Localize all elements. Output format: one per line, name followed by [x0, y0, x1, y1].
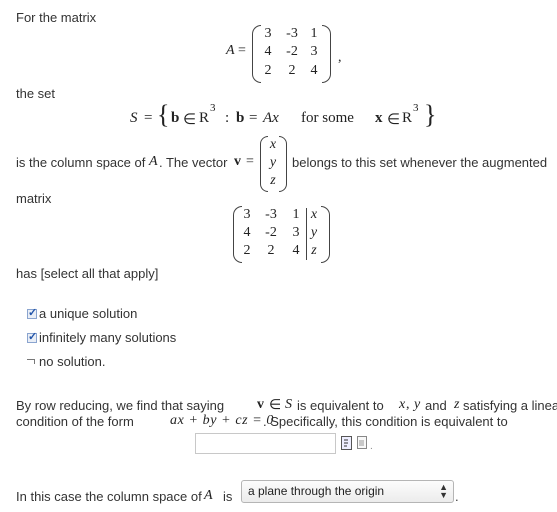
set-r: R: [199, 110, 210, 126]
set-for-some: for some: [301, 110, 354, 126]
select-value: a plane through the origin: [248, 484, 385, 498]
option-label: no solution.: [39, 354, 106, 369]
set-equals: =: [144, 110, 153, 126]
set-ax: Ax: [263, 110, 279, 126]
vector-entry: z: [270, 173, 276, 188]
set-in: ∈: [387, 112, 401, 128]
row-reduce-z: z: [454, 397, 460, 412]
final-period: .: [455, 489, 459, 504]
matrix-a-name: A: [226, 43, 235, 58]
row-reduce-p3: satisfying a linear: [463, 398, 557, 413]
matrix-cell: 4: [292, 243, 300, 258]
matrix-cell: -3: [286, 26, 298, 41]
vector-equals: =: [246, 154, 254, 169]
matrix-cell: 3: [264, 26, 272, 41]
matrix-cell: 3: [292, 225, 300, 240]
final-is: is: [223, 489, 233, 504]
row-reduce-s: S: [285, 397, 292, 412]
matrix-cell: 2: [243, 243, 251, 258]
checkbox-checked[interactable]: [27, 330, 37, 343]
matrix-cell: 2: [267, 243, 275, 258]
row-reduce-line2a: condition of the form: [16, 414, 134, 429]
row-reduce-line2b: . Specifically, this condition is equiva…: [263, 414, 508, 429]
condition-formula: ax + by + cz = 0: [170, 413, 275, 428]
matrix-cell: z: [311, 243, 317, 258]
column-space-select[interactable]: a plane through the origin ▲ ▼: [241, 480, 454, 503]
select-arrows-icon: ▲ ▼: [439, 482, 448, 500]
matrix-cell: 2: [288, 63, 296, 78]
option-label: infinitely many solutions: [39, 330, 177, 345]
set-b: b: [171, 110, 180, 126]
row-reduce-p2: is equivalent to: [297, 398, 384, 413]
intro-text: For the matrix: [16, 10, 97, 25]
final-a: A: [204, 488, 213, 503]
condition-answer-input[interactable]: [195, 433, 336, 454]
matrix-cell: -2: [265, 225, 277, 240]
vector-entry: y: [269, 155, 277, 170]
checkbox-checked[interactable]: [27, 306, 37, 319]
row-reduce-in: ∈: [269, 398, 282, 413]
matrix-label: matrix: [16, 191, 52, 206]
set-r: R: [402, 110, 413, 126]
left-brace: {: [157, 100, 170, 129]
set-equals: =: [249, 110, 258, 126]
matrix-a-trailing: ,: [338, 50, 342, 65]
final-prefix: In this case the column space of: [16, 489, 202, 504]
matrix-a-equals: =: [238, 43, 246, 58]
matrix-cell: 2: [264, 63, 272, 78]
matrix-cell: 1: [292, 207, 300, 222]
matrix-cell: 3: [243, 207, 251, 222]
the-set-label: the set: [16, 86, 56, 101]
matrix-cell: x: [310, 207, 318, 222]
row-reduce-x: x: [399, 397, 406, 412]
matrix-cell: 4: [243, 225, 251, 240]
row-reduce-p1: By row reducing, we find that saying: [16, 398, 225, 413]
set-in: ∈: [183, 112, 197, 128]
matrix-cell: 4: [264, 44, 272, 59]
equation-editor-icon[interactable]: [341, 436, 352, 450]
select-all-prompt: has [select all that apply]: [16, 266, 159, 281]
row-reduce-y: y: [414, 397, 421, 412]
matrix-cell: 4: [310, 63, 318, 78]
row-reduce-and: and: [425, 398, 447, 413]
matrix-cell: y: [310, 225, 318, 240]
set-s: S: [130, 110, 138, 126]
vector-entry: x: [269, 137, 277, 152]
set-b: b: [236, 110, 245, 126]
vector-v: v: [234, 154, 241, 169]
row-reduce-comma: ,: [406, 397, 410, 412]
set-x: x: [375, 110, 383, 126]
matrix-cell: 1: [310, 26, 318, 41]
set-colon: :: [225, 110, 230, 126]
icon-dot: .: [370, 441, 373, 452]
right-paren: [322, 25, 331, 83]
right-brace: }: [424, 100, 437, 129]
row-reduce-v: v: [257, 397, 264, 412]
column-space-suffix: belongs to this set whenever the augment…: [292, 155, 548, 170]
column-space-prefix: is the column space of: [16, 155, 146, 170]
matrix-cell: -3: [265, 207, 277, 222]
vector-text: . The vector: [159, 155, 228, 170]
checkbox-unchecked[interactable]: [27, 359, 35, 364]
matrix-cell: -2: [286, 44, 298, 59]
set-exponent: 3: [413, 102, 419, 114]
help-document-icon[interactable]: [357, 436, 367, 449]
column-space-a: A: [149, 154, 158, 169]
matrix-cell: 3: [310, 44, 318, 59]
option-label: a unique solution: [39, 306, 138, 321]
set-exponent: 3: [210, 102, 216, 114]
